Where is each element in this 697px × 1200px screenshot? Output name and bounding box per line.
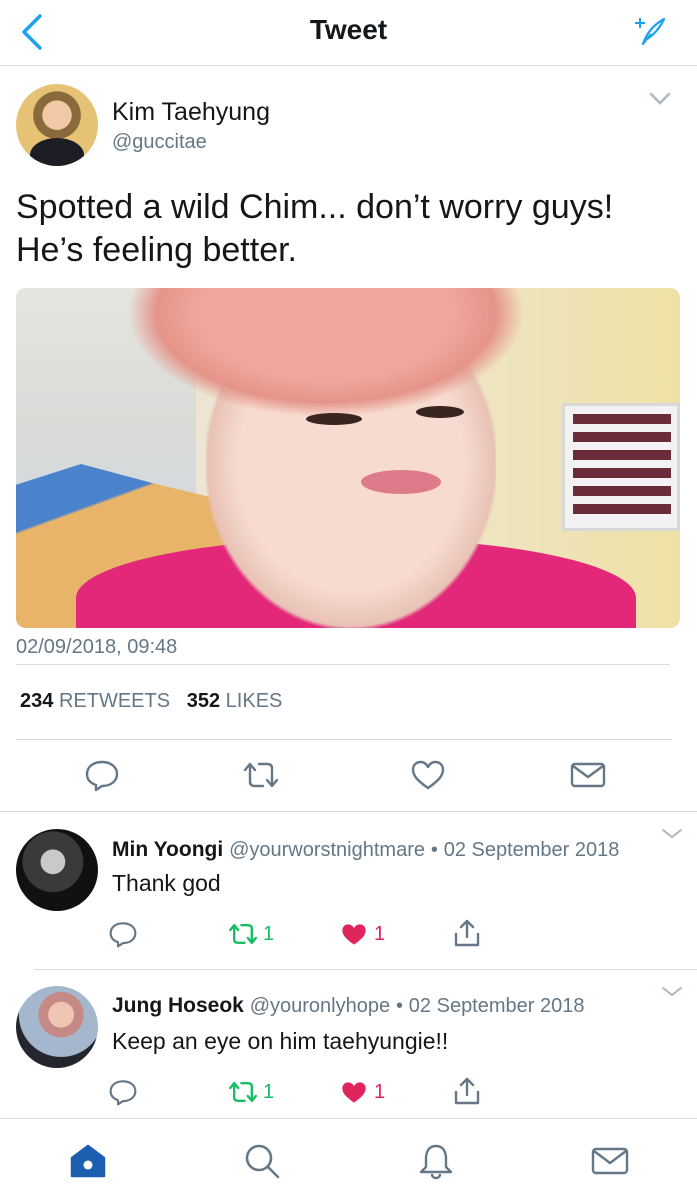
retweet-icon (229, 1082, 257, 1102)
search-icon (245, 1144, 280, 1179)
retweet-count: 1 (263, 1080, 275, 1103)
author-name[interactable]: Kim Taehyung (112, 98, 270, 127)
reply-author-handle[interactable]: @youronlyhope (250, 995, 390, 1017)
reply-text: Thank god (112, 870, 221, 896)
share-icon (454, 1077, 480, 1105)
reply-button[interactable] (108, 920, 138, 948)
reply-bubble-icon (85, 760, 119, 792)
reply-author-handle[interactable]: @yourworstnightmare (229, 839, 425, 861)
home-icon (70, 1144, 106, 1178)
retweet-button[interactable]: 1 (227, 922, 274, 946)
author-avatar[interactable] (16, 84, 98, 166)
retweet-icon (229, 924, 257, 944)
tweet-stats: 234 RETWEETS 352 LIKES (20, 690, 282, 713)
share-icon (454, 919, 480, 947)
reply-tweet[interactable]: Min Yoongi @yourworstnightmare • 02 Sept… (0, 812, 697, 972)
meta-separator: • (430, 839, 438, 861)
retweet-icon (243, 762, 279, 788)
bottom-tab-bar (0, 1118, 697, 1200)
reply-button[interactable] (108, 1078, 138, 1106)
tab-search[interactable] (240, 1139, 284, 1183)
retweet-button[interactable]: 1 (227, 1080, 274, 1104)
envelope-icon (591, 1147, 629, 1175)
tweet-options-button[interactable] (649, 92, 671, 106)
tweet-text-line: Spotted a wild Chim... don’t worry guys! (16, 188, 614, 226)
reply-header: Min Yoongi @yourworstnightmare • 02 Sept… (112, 838, 619, 862)
direct-message-button[interactable] (568, 757, 608, 793)
like-button[interactable]: 1 (340, 922, 385, 947)
share-button[interactable] (452, 918, 482, 948)
share-button[interactable] (452, 1076, 482, 1106)
avatar[interactable] (16, 986, 98, 1068)
meta-separator: • (395, 995, 403, 1017)
reply-text: Keep an eye on him taehyungie!! (112, 1028, 449, 1054)
chevron-down-icon (662, 987, 682, 997)
retweet-count: 1 (263, 922, 275, 945)
reply-bubble-icon (109, 922, 137, 948)
tweet-photo[interactable] (16, 288, 680, 628)
tab-home[interactable] (66, 1139, 110, 1183)
compose-button[interactable] (633, 14, 667, 48)
like-button[interactable] (408, 757, 448, 793)
heart-icon (411, 760, 445, 790)
retweet-button[interactable] (241, 757, 281, 793)
author-handle[interactable]: @guccitae (112, 131, 207, 154)
divider (16, 739, 672, 740)
top-bar: Tweet (0, 0, 697, 66)
heart-icon (342, 1082, 366, 1103)
tweet-timestamp: 02/09/2018, 09:48 (16, 636, 178, 658)
page-title: Tweet (309, 14, 388, 45)
tweet-text: Spotted a wild Chim... don’t worry guys!… (16, 186, 676, 272)
envelope-icon (570, 762, 606, 788)
like-button[interactable]: 1 (340, 1080, 385, 1105)
like-count: 1 (374, 923, 386, 945)
reply-date: 02 September 2018 (408, 995, 585, 1017)
retweet-label[interactable]: RETWEETS (59, 690, 170, 712)
reply-author-name[interactable]: Jung Hoseok (112, 994, 244, 1017)
reply-tweet[interactable]: Jung Hoseok @youronlyhope • 02 September… (0, 970, 697, 1118)
retweet-count[interactable]: 234 (20, 690, 53, 712)
reply-options-button[interactable] (661, 986, 683, 1000)
reply-author-name[interactable]: Min Yoongi (112, 838, 223, 861)
avatar[interactable] (16, 829, 98, 911)
chevron-down-icon (649, 92, 671, 105)
like-label[interactable]: LIKES (226, 690, 283, 712)
tweet-text-line: He’s feeling better. (16, 231, 297, 269)
compose-sparkle-icon (635, 17, 666, 46)
divider (16, 664, 670, 665)
tab-notifications[interactable] (414, 1139, 458, 1183)
reply-options-button[interactable] (661, 828, 683, 842)
heart-icon (342, 924, 366, 945)
reply-header: Jung Hoseok @youronlyhope • 02 September… (112, 994, 584, 1018)
tweet-action-bar (0, 745, 697, 807)
reply-bubble-icon (109, 1080, 137, 1106)
chevron-down-icon (662, 829, 682, 839)
tab-messages[interactable] (588, 1139, 632, 1183)
reply-button[interactable] (82, 757, 122, 793)
like-count[interactable]: 352 (187, 690, 220, 712)
bell-icon (419, 1144, 453, 1180)
reply-date: 02 September 2018 (443, 839, 620, 861)
like-count: 1 (374, 1081, 386, 1103)
